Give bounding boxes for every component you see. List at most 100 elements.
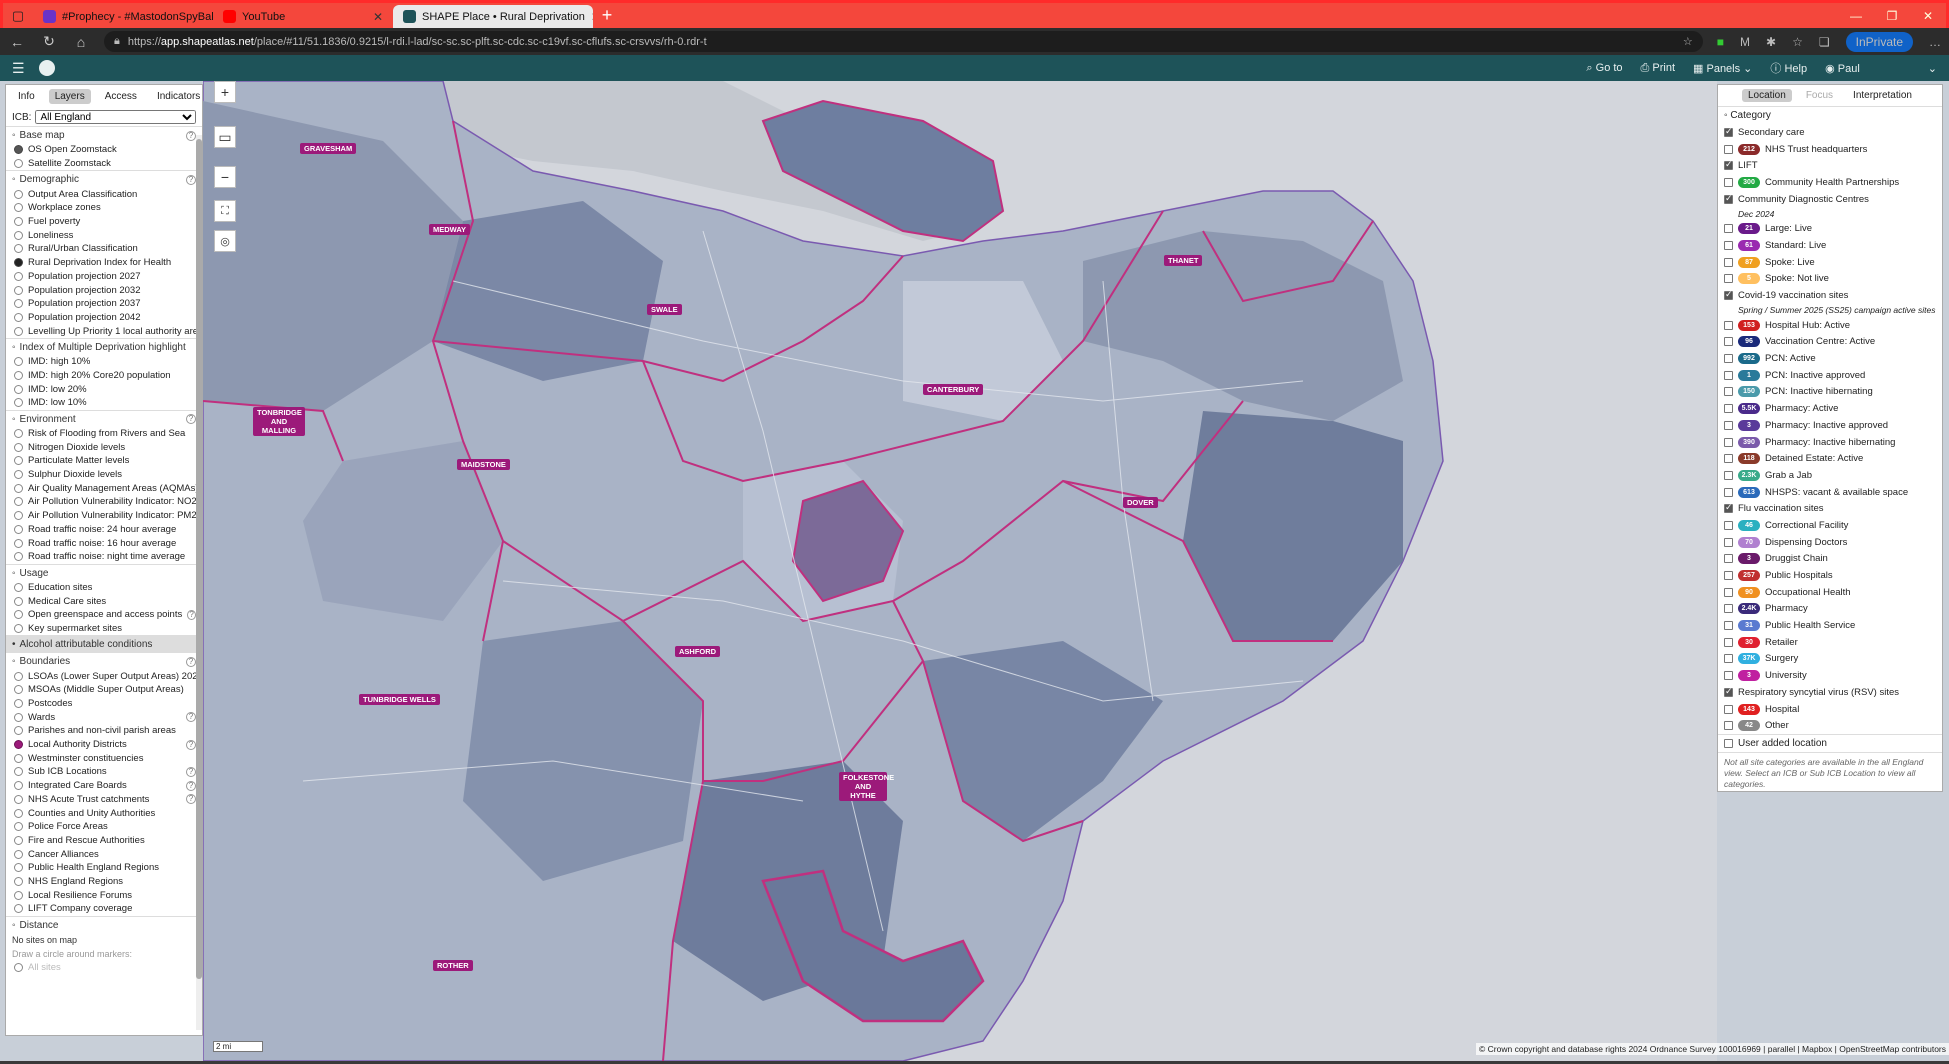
checkbox-icon[interactable]: [1724, 224, 1733, 234]
zoom-in-button[interactable]: +: [214, 81, 236, 103]
checkbox-icon[interactable]: [1724, 686, 1733, 697]
checkbox-icon[interactable]: [1724, 370, 1733, 380]
layer-option[interactable]: Workplace zones: [6, 201, 202, 215]
category-item[interactable]: 37K Surgery: [1718, 651, 1942, 668]
all-sites-option[interactable]: All sites: [6, 961, 202, 975]
radio-icon[interactable]: [14, 685, 23, 695]
radio-icon[interactable]: [14, 726, 23, 736]
left-panel-scrollbar[interactable]: [196, 135, 202, 1030]
checkbox-icon[interactable]: [1724, 571, 1733, 581]
category-item[interactable]: 96 Vaccination Centre: Active: [1718, 334, 1942, 351]
category-item[interactable]: Secondary care: [1718, 124, 1942, 141]
layer-option[interactable]: Open greenspace and access points?: [6, 608, 202, 622]
checkbox-icon[interactable]: [1724, 487, 1733, 497]
tab-interpretation[interactable]: Interpretation: [1847, 89, 1918, 102]
category-item[interactable]: 5 Spoke: Not live: [1718, 271, 1942, 288]
extensions-puzzle-icon[interactable]: ✱: [1766, 35, 1776, 49]
collections-icon[interactable]: ❏: [1819, 35, 1830, 49]
category-item[interactable]: Respiratory syncytial virus (RSV) sites: [1718, 684, 1942, 701]
print-button[interactable]: ⎙ Print: [1641, 62, 1675, 75]
star-icon[interactable]: ☆: [1683, 35, 1693, 48]
icb-select[interactable]: All England: [35, 110, 196, 124]
radio-icon[interactable]: [14, 712, 23, 722]
radio-icon[interactable]: [14, 582, 23, 592]
category-item[interactable]: 390 Pharmacy: Inactive hibernating: [1718, 434, 1942, 451]
layer-option[interactable]: Levelling Up Priority 1 local authority …: [6, 324, 202, 338]
radio-icon[interactable]: [14, 781, 23, 791]
layer-option[interactable]: Integrated Care Boards?: [6, 779, 202, 793]
checkbox-icon[interactable]: [1724, 704, 1733, 714]
help-icon[interactable]: ?: [186, 414, 196, 425]
layer-option[interactable]: IMD: high 10%: [6, 355, 202, 369]
layer-option[interactable]: Population projection 2037: [6, 297, 202, 311]
layer-option[interactable]: Road traffic noise: 16 hour average: [6, 536, 202, 550]
help-icon[interactable]: ?: [186, 174, 196, 185]
checkbox-icon[interactable]: [1724, 470, 1733, 480]
radio-icon[interactable]: [14, 442, 23, 452]
checkbox-icon[interactable]: [1724, 289, 1733, 301]
layer-option[interactable]: Police Force Areas: [6, 820, 202, 834]
tab-layers[interactable]: Layers: [48, 89, 91, 104]
section-distance[interactable]: ◦ Distance: [6, 915, 202, 933]
help-icon[interactable]: ?: [186, 130, 196, 141]
layer-option[interactable]: Nitrogen Dioxide levels: [6, 440, 202, 454]
radio-icon[interactable]: [14, 470, 23, 480]
map-canvas[interactable]: GRAVESHAM MEDWAY SWALE THANET CANTERBURY…: [203, 81, 1717, 1061]
browser-tab-youtube[interactable]: YouTube ✕: [213, 5, 393, 28]
radio-icon[interactable]: [14, 511, 23, 521]
collapse-chevron-icon[interactable]: ⌄: [1928, 62, 1937, 75]
layer-option[interactable]: Rural Deprivation Index for Health: [6, 256, 202, 270]
tab-location[interactable]: Location: [1742, 89, 1792, 102]
checkbox-icon[interactable]: [1724, 554, 1733, 564]
layer-option[interactable]: Wards?: [6, 710, 202, 724]
radio-icon[interactable]: [14, 483, 23, 493]
radio-icon[interactable]: [14, 538, 23, 548]
help-button[interactable]: ⓘ Help: [1770, 60, 1807, 76]
layer-option[interactable]: MSOAs (Middle Super Output Areas): [6, 683, 202, 697]
help-icon[interactable]: ?: [186, 766, 196, 777]
section-boundaries[interactable]: ◦ Boundaries?: [6, 652, 202, 669]
goto-button[interactable]: ⌕ Go to: [1586, 62, 1622, 75]
checkbox-icon[interactable]: [1724, 354, 1733, 364]
checkbox-icon[interactable]: [1724, 502, 1733, 514]
more-menu-icon[interactable]: …: [1929, 35, 1941, 49]
layer-option[interactable]: Satellite Zoomstack: [6, 157, 202, 171]
radio-icon[interactable]: [14, 189, 23, 199]
radio-icon[interactable]: [14, 876, 23, 886]
layer-option[interactable]: Medical Care sites: [6, 594, 202, 608]
layer-option[interactable]: Road traffic noise: 24 hour average: [6, 523, 202, 537]
inprivate-badge[interactable]: InPrivate: [1845, 31, 1913, 52]
hamburger-menu-icon[interactable]: ☰: [12, 60, 25, 77]
back-icon[interactable]: ←: [8, 34, 26, 50]
category-item[interactable]: 21 Large: Live: [1718, 220, 1942, 237]
layer-option[interactable]: Fuel poverty: [6, 215, 202, 229]
section-demographic[interactable]: ◦ Demographic?: [6, 170, 202, 187]
category-item[interactable]: 143 Hospital: [1718, 701, 1942, 718]
layer-option[interactable]: Postcodes: [6, 697, 202, 711]
close-tab-icon[interactable]: ✕: [373, 10, 383, 24]
radio-icon[interactable]: [14, 145, 23, 155]
category-item[interactable]: Flu vaccination sites: [1718, 500, 1942, 517]
checkbox-icon[interactable]: [1724, 454, 1733, 464]
layer-option[interactable]: Population projection 2032: [6, 283, 202, 297]
radio-icon[interactable]: [14, 808, 23, 818]
radio-icon[interactable]: [14, 203, 23, 213]
layer-option[interactable]: Key supermarket sites: [6, 622, 202, 636]
layer-option[interactable]: NHS Acute Trust catchments?: [6, 793, 202, 807]
category-item[interactable]: 3 University: [1718, 667, 1942, 684]
radio-icon[interactable]: [14, 326, 23, 336]
new-tab-button[interactable]: +: [593, 3, 621, 28]
user-added-row[interactable]: User added location: [1718, 734, 1942, 752]
checkbox-icon[interactable]: [1724, 404, 1733, 414]
category-item[interactable]: 1 PCN: Inactive approved: [1718, 367, 1942, 384]
radio-icon[interactable]: [14, 890, 23, 900]
checkbox-icon[interactable]: [1724, 437, 1733, 447]
layer-option[interactable]: Air Quality Management Areas (AQMAs): [6, 481, 202, 495]
radio-icon[interactable]: [14, 699, 23, 709]
radio-icon[interactable]: [14, 524, 23, 534]
layer-option[interactable]: Sulphur Dioxide levels: [6, 468, 202, 482]
checkbox-icon[interactable]: [1724, 537, 1733, 547]
section-base-map[interactable]: ◦ Base map?: [6, 126, 202, 143]
layer-option[interactable]: Loneliness: [6, 228, 202, 242]
category-item[interactable]: LIFT: [1718, 157, 1942, 174]
